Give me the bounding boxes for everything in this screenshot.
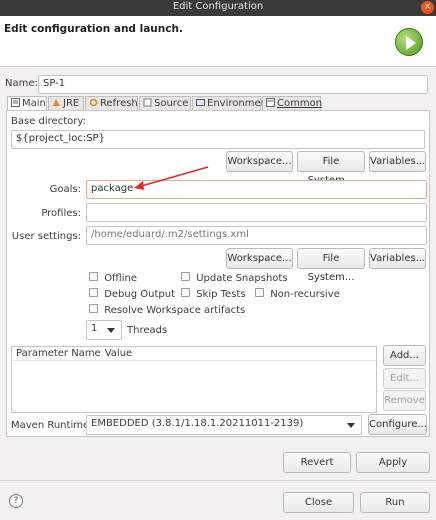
checkbox-box[interactable] [89, 272, 98, 281]
user-settings-field[interactable]: /home/eduard/.m2/settings.xml [86, 226, 427, 245]
offline-label: Offline [104, 273, 137, 284]
apply-button[interactable]: Apply [356, 452, 430, 473]
base-filesystem-button[interactable]: File System... [297, 151, 365, 186]
tab-source[interactable]: Source [139, 96, 191, 110]
tab-refresh[interactable]: Refresh [85, 96, 138, 110]
tab-main[interactable]: Main [7, 96, 47, 110]
close-icon[interactable]: × [421, 1, 434, 14]
goals-label: Goals: [49, 184, 81, 195]
configure-button[interactable]: Configure... [368, 414, 427, 435]
settings-variables-button[interactable]: Variables... [369, 248, 426, 269]
name-field[interactable]: SP-1 [38, 75, 428, 94]
tab-label: Refresh [100, 98, 138, 109]
chevron-down-icon [347, 423, 355, 428]
maven-runtime-value: EMBEDDED (3.8.1/1.18.1.20211011-2139) [91, 418, 304, 429]
tab-label: Common [277, 98, 323, 109]
refresh-icon [89, 98, 98, 107]
name-label: Name: [5, 78, 38, 89]
tab-jre[interactable]: JRE [48, 96, 84, 110]
base-workspace-button[interactable]: Workspace... [226, 151, 293, 172]
table-header: Parameter Name Value [12, 347, 376, 361]
tab-label: Main [22, 98, 46, 109]
base-variables-button[interactable]: Variables... [369, 151, 426, 172]
annotation-arrow-icon [134, 166, 209, 190]
debug-output-label: Debug Output [104, 289, 175, 300]
source-icon [143, 98, 152, 107]
checkbox-box[interactable] [181, 288, 190, 297]
column-value[interactable]: Value [105, 348, 132, 359]
base-directory-label: Base directory: [11, 116, 86, 127]
profiles-label: Profiles: [41, 208, 81, 219]
main-tab-icon [11, 98, 20, 107]
maven-runtime-label: Maven Runtime: [11, 420, 93, 431]
footer-separator [0, 480, 436, 481]
profiles-field[interactable] [86, 203, 427, 222]
tab-environment[interactable]: Environment [192, 96, 271, 110]
update-snapshots-label: Update Snapshots [196, 273, 288, 284]
tab-label: JRE [63, 98, 80, 109]
skip-tests-label: Skip Tests [196, 289, 246, 300]
remove-button[interactable]: Remove [383, 390, 426, 411]
edit-button[interactable]: Edit... [383, 368, 426, 389]
chevron-down-icon [107, 328, 115, 333]
threads-label: Threads [127, 325, 168, 336]
non-recursive-checkbox[interactable]: Non-recursive [255, 288, 340, 300]
run-button[interactable]: Run [360, 492, 430, 513]
help-icon[interactable]: ? [9, 494, 23, 508]
debug-output-checkbox[interactable]: Debug Output [89, 288, 175, 300]
jre-icon [52, 98, 61, 107]
resolve-workspace-checkbox[interactable]: Resolve Workspace artifacts [89, 304, 245, 316]
window-title: Edit Configuration [172, 1, 264, 12]
column-parameter-name[interactable]: Parameter Name [16, 348, 101, 359]
run-icon [395, 28, 423, 56]
parameters-table[interactable]: Parameter Name Value [11, 346, 377, 413]
resolve-workspace-label: Resolve Workspace artifacts [104, 305, 246, 316]
header-message: Edit configuration and launch. [4, 23, 183, 35]
settings-filesystem-button[interactable]: File System... [297, 248, 365, 283]
offline-checkbox[interactable]: Offline [89, 272, 137, 284]
threads-select[interactable]: 1 [86, 320, 122, 340]
tab-common[interactable]: Common [262, 96, 323, 110]
common-icon [266, 98, 275, 107]
checkbox-box[interactable] [181, 272, 190, 281]
user-settings-label: User settings: [11, 231, 81, 242]
title-bar: Edit Configuration × [0, 0, 436, 16]
add-button[interactable]: Add... [383, 345, 426, 366]
skip-tests-checkbox[interactable]: Skip Tests [181, 288, 246, 300]
maven-runtime-select[interactable]: EMBEDDED (3.8.1/1.18.1.20211011-2139) [86, 415, 362, 435]
checkbox-box[interactable] [89, 304, 98, 313]
checkbox-box[interactable] [89, 288, 98, 297]
tab-label: Source [154, 98, 189, 109]
base-directory-field[interactable]: ${project_loc:SP} [11, 130, 425, 149]
close-button[interactable]: Close [283, 492, 354, 513]
settings-workspace-button[interactable]: Workspace... [226, 248, 293, 269]
threads-value: 1 [91, 323, 98, 334]
environment-icon [196, 98, 205, 107]
checkbox-box[interactable] [255, 288, 264, 297]
non-recursive-label: Non-recursive [270, 289, 340, 300]
dialog-header: Edit configuration and launch. [0, 16, 436, 67]
revert-button[interactable]: Revert [283, 452, 351, 473]
update-snapshots-checkbox[interactable]: Update Snapshots [181, 272, 288, 284]
